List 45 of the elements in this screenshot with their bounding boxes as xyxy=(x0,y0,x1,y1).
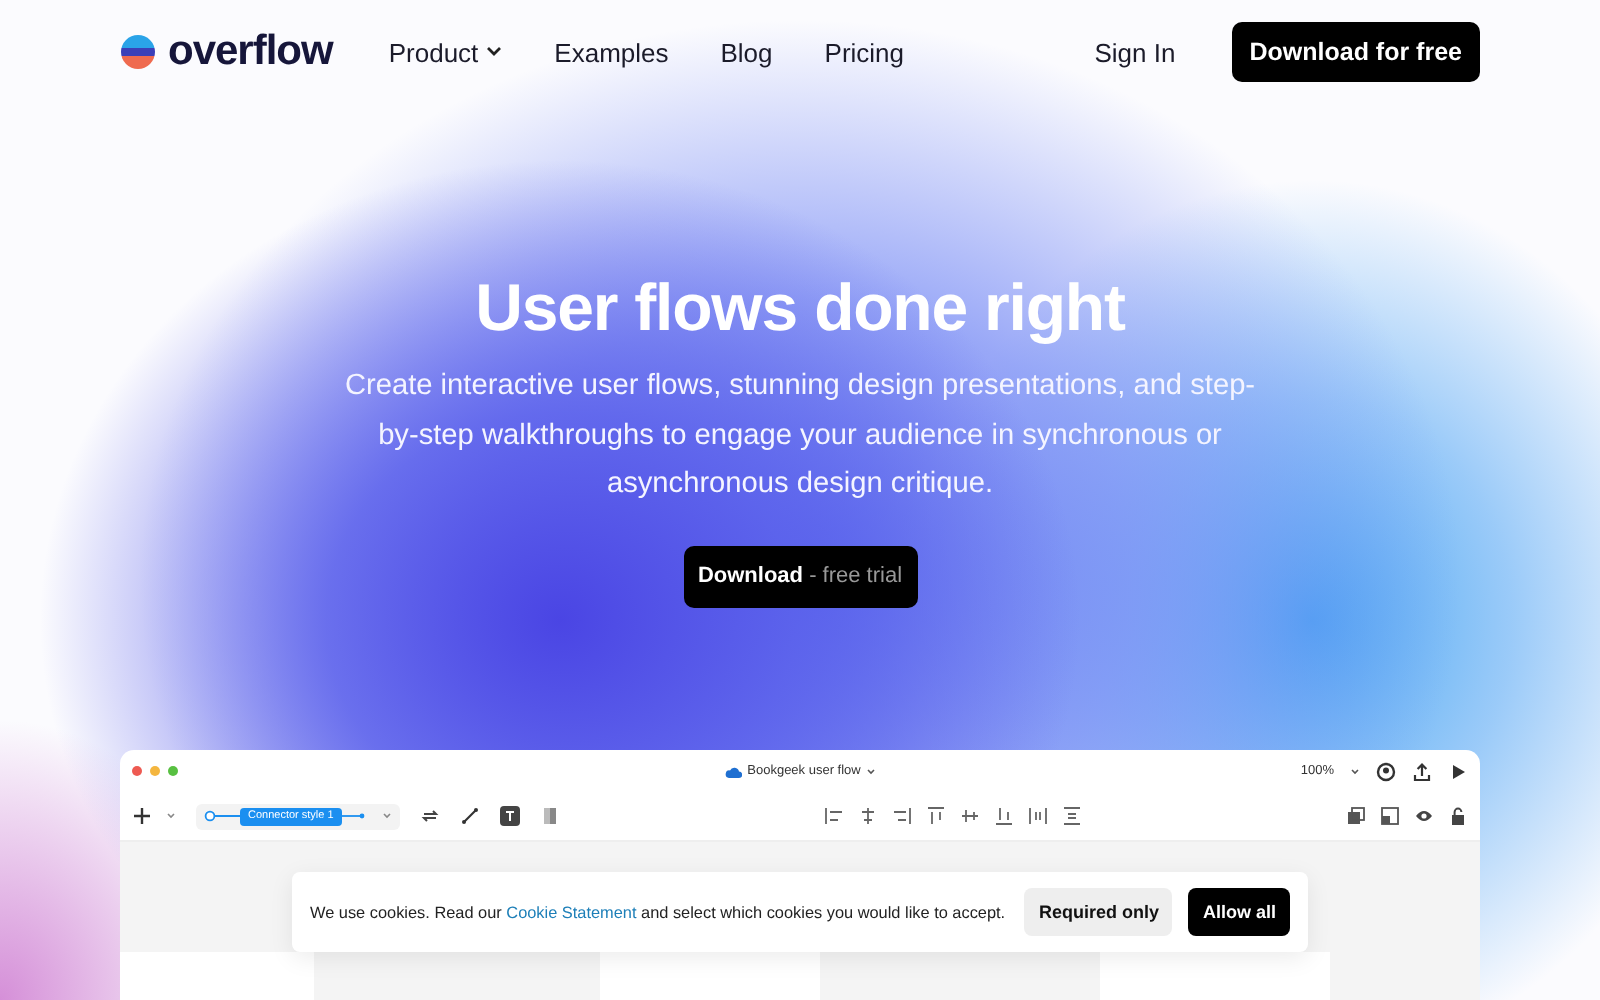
nav-link[interactable]: Product xyxy=(388,37,503,67)
distribute-vertical-icon[interactable] xyxy=(1061,806,1082,826)
cookie-notice: We use cookies. Read our Cookie Statement and select which cookies you would like to accept. xyxy=(310,903,1008,921)
maximize-dot[interactable] xyxy=(168,766,178,776)
download-trial-button[interactable]: Download - free trial xyxy=(683,545,917,607)
plus-icon[interactable] xyxy=(132,806,152,826)
minimize-dot[interactable] xyxy=(150,766,160,776)
cloud-icon xyxy=(723,765,742,777)
align-left-icon[interactable] xyxy=(823,806,844,826)
swap-icon[interactable] xyxy=(419,806,440,826)
distribute-horizontal-icon[interactable] xyxy=(1027,806,1048,826)
caret-icon xyxy=(381,812,392,820)
nav-link[interactable]: Pricing xyxy=(824,37,905,67)
caret-icon xyxy=(866,767,877,775)
text-style-icon[interactable] xyxy=(499,806,520,826)
align-center-icon[interactable] xyxy=(857,806,878,826)
nav-link[interactable]: Examples xyxy=(554,37,669,67)
allow-all-button[interactable]: Allow all xyxy=(1188,888,1290,936)
brand-name[interactable]: overflow xyxy=(168,28,333,76)
diagonal-line-icon[interactable] xyxy=(459,806,480,826)
resize-icon[interactable] xyxy=(1380,806,1400,826)
align-middle-icon[interactable] xyxy=(959,806,980,826)
logo-icon xyxy=(120,34,156,70)
play-icon[interactable] xyxy=(1448,761,1469,781)
hero-subtitle: Create interactive user flows, stunning design presentations, and step-by-step walkthroughs to engage your audience in synchronous or asynchronous design critique. xyxy=(342,368,1258,504)
download-button[interactable]: Download for free xyxy=(1231,22,1480,82)
cookie-statement-link[interactable]: Cookie Statement xyxy=(506,903,637,921)
close-dot[interactable] xyxy=(132,766,142,776)
align-top-icon[interactable] xyxy=(925,806,946,826)
align-right-icon[interactable] xyxy=(891,806,912,826)
gradient-icon[interactable] xyxy=(539,806,560,826)
caret-icon xyxy=(166,812,176,820)
align-bottom-icon[interactable] xyxy=(993,806,1014,826)
required-only-button[interactable]: Required only xyxy=(1024,888,1173,936)
connector-start-icon xyxy=(204,810,240,822)
eye-icon[interactable] xyxy=(1414,806,1434,826)
hero-title: User flows done right xyxy=(475,270,1125,346)
caret-icon xyxy=(1350,767,1361,775)
lock-icon[interactable] xyxy=(1448,806,1468,826)
user-icon[interactable] xyxy=(1376,761,1397,781)
upload-icon[interactable] xyxy=(1412,761,1433,781)
connector-end-icon xyxy=(341,810,366,822)
nav-link[interactable]: Blog xyxy=(720,37,773,67)
sign-in-link[interactable]: Sign In xyxy=(1094,37,1176,67)
layers-icon[interactable] xyxy=(1346,806,1366,826)
